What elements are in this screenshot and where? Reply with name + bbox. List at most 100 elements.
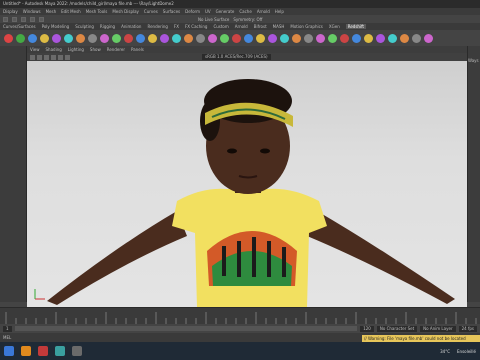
shelf-tab[interactable]: Motion Graphics xyxy=(290,24,323,29)
shelf-tab[interactable]: FX xyxy=(174,24,179,29)
menu-item[interactable]: Generate xyxy=(216,9,235,14)
mel-label[interactable]: MEL xyxy=(3,335,11,340)
shelf-tab[interactable]: Redshift xyxy=(345,24,366,29)
shelf-tool-icon[interactable] xyxy=(64,33,73,43)
shelf-tool-icon[interactable] xyxy=(388,33,397,43)
shelf-tool-icon[interactable] xyxy=(328,33,337,43)
shelf-tool-icon[interactable] xyxy=(52,33,61,43)
range-end-field[interactable]: 120 xyxy=(360,325,374,332)
shelf-tool-icon[interactable] xyxy=(256,33,265,43)
save-scene-icon[interactable] xyxy=(21,16,26,22)
wireframe-icon[interactable] xyxy=(44,54,49,60)
shelf-tool-icon[interactable] xyxy=(280,33,289,43)
viewport-menu-item[interactable]: Renderer xyxy=(107,47,125,52)
shelf-tool-icon[interactable] xyxy=(400,33,409,43)
menu-item[interactable]: Surfaces xyxy=(163,9,180,14)
shelf-tool-icon[interactable] xyxy=(160,33,169,43)
menu-item[interactable]: Curves xyxy=(144,9,158,14)
menu-item[interactable]: Cache xyxy=(239,9,251,14)
shelf-tool-icon[interactable] xyxy=(76,33,85,43)
shelf-tab[interactable]: Animation xyxy=(121,24,141,29)
shelf-tab[interactable]: MASH xyxy=(273,24,285,29)
viewport-menu-item[interactable]: Shading xyxy=(46,47,62,52)
fps-select[interactable]: 24 fps xyxy=(458,325,477,332)
shelf-tool-icon[interactable] xyxy=(100,33,109,43)
shelf-tool-icon[interactable] xyxy=(124,33,133,43)
shelf-tool-icon[interactable] xyxy=(364,33,373,43)
shelf-tab[interactable]: Bifrost xyxy=(254,24,267,29)
menu-item[interactable]: UV xyxy=(205,9,211,14)
shelf-tab[interactable]: Rendering xyxy=(147,24,167,29)
menu-item[interactable]: Deform xyxy=(185,9,200,14)
range-bar[interactable] xyxy=(14,326,358,331)
shelf-tool-icon[interactable] xyxy=(112,33,121,43)
grid-icon[interactable] xyxy=(37,54,42,60)
range-start-field[interactable]: 1 xyxy=(3,325,12,332)
viewport-menu-item[interactable]: Show xyxy=(90,47,101,52)
menu-item[interactable]: Edit Mesh xyxy=(61,9,81,14)
anim-layer-select[interactable]: No Anim Layer xyxy=(420,325,456,332)
shelf-tab[interactable]: Poly Modeling xyxy=(42,24,70,29)
shelf-tool-icon[interactable] xyxy=(244,33,253,43)
shelf-tool-icon[interactable] xyxy=(220,33,229,43)
app-icon[interactable] xyxy=(38,346,48,356)
menu-item[interactable]: Mesh Display xyxy=(112,9,139,14)
textured-icon[interactable] xyxy=(58,54,63,60)
shelf-tool-icon[interactable] xyxy=(376,33,385,43)
app-icon[interactable] xyxy=(72,346,82,356)
shelf-tool-icon[interactable] xyxy=(88,33,97,43)
viewport-menu-item[interactable]: Panels xyxy=(131,47,144,52)
shelf-tool-icon[interactable] xyxy=(352,33,361,43)
shelf-tab[interactable]: Arnold xyxy=(235,24,248,29)
lights-icon[interactable] xyxy=(65,54,70,60)
menu-item[interactable]: Display xyxy=(3,9,18,14)
menu-item[interactable]: Mesh Tools xyxy=(86,9,108,14)
shelf-tool-icon[interactable] xyxy=(4,33,13,43)
undo-icon[interactable] xyxy=(30,16,35,22)
new-scene-icon[interactable] xyxy=(3,16,8,22)
shelf-tab[interactable]: XGen xyxy=(329,24,340,29)
shelf-tool-icon[interactable] xyxy=(232,33,241,43)
viewport-menu-item[interactable]: Lighting xyxy=(68,47,84,52)
color-management-field[interactable]: sRGB 1.0 ACES/Rec.709 (ACES) xyxy=(202,54,271,60)
redo-icon[interactable] xyxy=(39,16,44,22)
shelf-tool-icon[interactable] xyxy=(424,33,433,43)
shelf-tool-icon[interactable] xyxy=(16,33,25,43)
shelf-tool-icon[interactable] xyxy=(40,33,49,43)
open-scene-icon[interactable] xyxy=(12,16,17,22)
viewport-menu: View Shading Lighting Show Renderer Panels xyxy=(27,46,467,53)
no-live-surface-label[interactable]: No Live Surface xyxy=(198,17,229,22)
character-set-select[interactable]: No Character Set xyxy=(376,325,418,332)
shelf-tool-icon[interactable] xyxy=(148,33,157,43)
smooth-shade-icon[interactable] xyxy=(51,54,56,60)
shelf-tab[interactable]: FX Caching xyxy=(185,24,207,29)
shelf-tool-icon[interactable] xyxy=(268,33,277,43)
shelf-tab[interactable]: Custom xyxy=(213,24,228,29)
time-slider[interactable] xyxy=(0,307,480,324)
shelf-tool-icon[interactable] xyxy=(208,33,217,43)
shelf-tab[interactable]: Rigging xyxy=(100,24,115,29)
shelf-tool-icon[interactable] xyxy=(28,33,37,43)
shelf-tool-icon[interactable] xyxy=(412,33,421,43)
viewport-menu-item[interactable]: View xyxy=(30,47,40,52)
shelf-tool-icon[interactable] xyxy=(292,33,301,43)
menu-item[interactable]: Mesh xyxy=(46,9,57,14)
shelf-tool-icon[interactable] xyxy=(172,33,181,43)
shelf-tab[interactable]: Sculpting xyxy=(75,24,94,29)
menu-item[interactable]: Help xyxy=(275,9,284,14)
camera-icon[interactable] xyxy=(30,54,35,60)
explorer-icon[interactable] xyxy=(21,346,31,356)
maya-icon[interactable] xyxy=(55,346,65,356)
start-icon[interactable] xyxy=(4,346,14,356)
menu-item[interactable]: Windows xyxy=(23,9,41,14)
shelf-tool-icon[interactable] xyxy=(340,33,349,43)
menu-item[interactable]: Arnold xyxy=(257,9,270,14)
shelf-tab[interactable]: Curves/Surfaces xyxy=(3,24,36,29)
shelf-tool-icon[interactable] xyxy=(136,33,145,43)
shelf-tool-icon[interactable] xyxy=(304,33,313,43)
viewport-3d[interactable] xyxy=(27,61,467,307)
shelf-tool-icon[interactable] xyxy=(316,33,325,43)
shelf-tool-icon[interactable] xyxy=(184,33,193,43)
shelf-tool-icon[interactable] xyxy=(196,33,205,43)
symmetry-label[interactable]: Symmetry: Off xyxy=(233,17,262,22)
